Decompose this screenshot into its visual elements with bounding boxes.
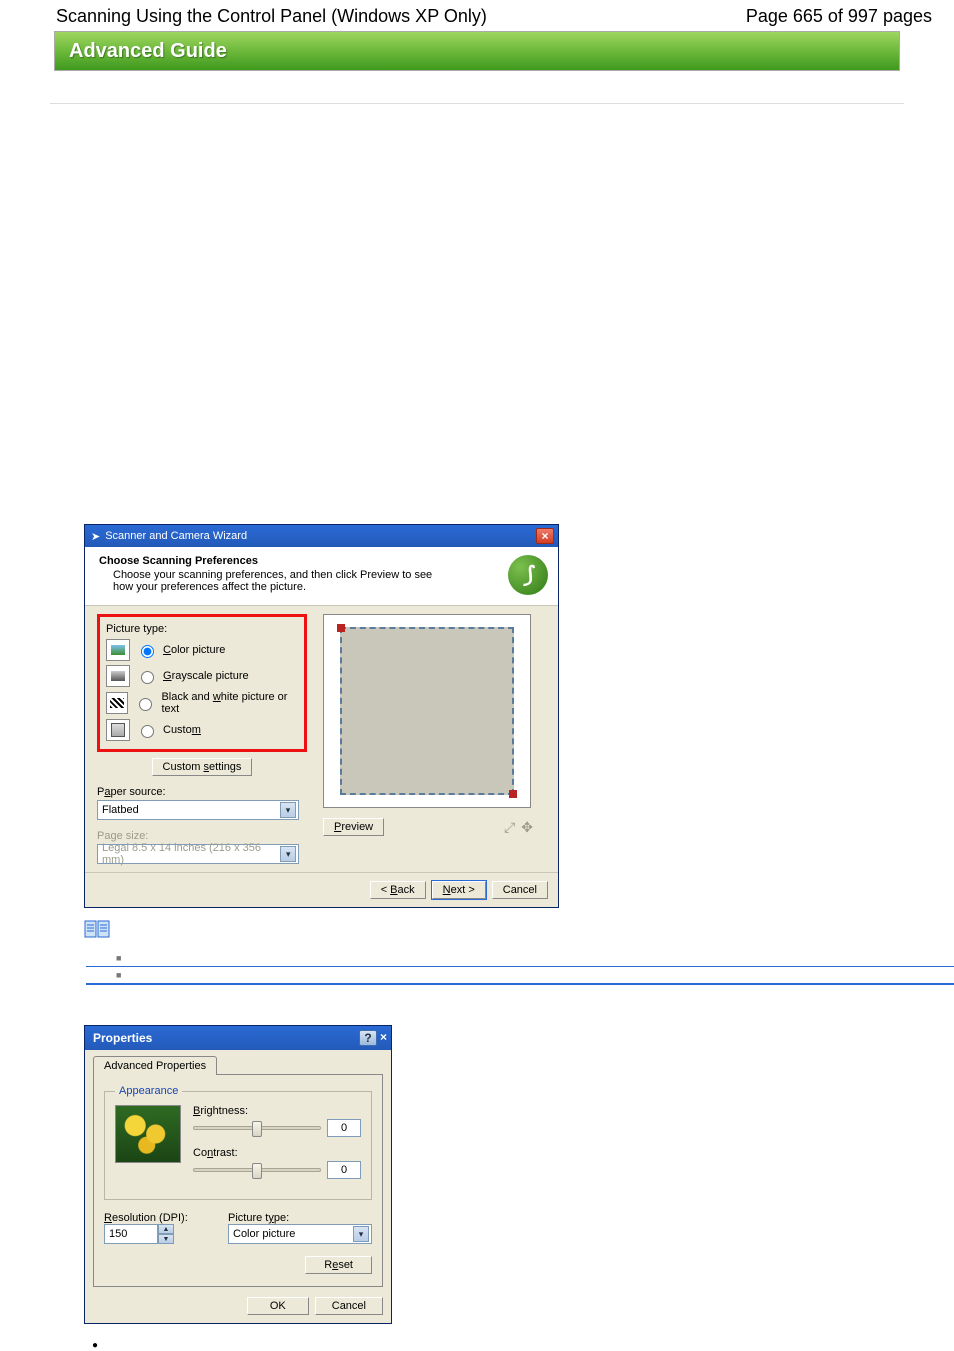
properties-title: Properties — [93, 1031, 152, 1045]
appearance-group: Appearance Brightness: 0 Contrast: — [104, 1085, 372, 1200]
wizard-title: Scanner and Camera Wizard — [105, 530, 247, 542]
chevron-down-icon[interactable]: ▼ — [158, 1234, 174, 1244]
properties-titlebar: Properties ? × — [85, 1026, 391, 1050]
wizard-header-subtitle: Choose your scanning preferences, and th… — [113, 569, 453, 593]
page-counter: Page 665 of 997 pages — [746, 6, 932, 27]
radio-color-label[interactable]: CColor pictureolor picture — [163, 644, 225, 656]
page-size-label: Page size: — [97, 830, 307, 842]
properties-dialog: Properties ? × Advanced Properties Appea… — [84, 1025, 392, 1324]
bullet: ● — [92, 1340, 954, 1351]
wizard-app-icon: ➤ — [91, 530, 100, 543]
help-icon[interactable]: ? — [359, 1030, 377, 1046]
note-line-2: ■ — [86, 967, 954, 985]
reset-button[interactable]: Reset — [305, 1256, 372, 1274]
back-button[interactable]: < Back — [370, 881, 426, 899]
color-picture-icon — [106, 639, 130, 661]
banner-wrapper: Advanced Guide — [0, 31, 954, 71]
picture-type-label: Picture type: — [228, 1212, 372, 1224]
wizard-window: ➤ Scanner and Camera Wizard × Choose Sca… — [84, 524, 559, 908]
contrast-value[interactable]: 0 — [327, 1161, 361, 1179]
banner-title: Advanced Guide — [69, 40, 227, 63]
radio-grayscale-label[interactable]: Grayscale picture — [163, 670, 249, 682]
note-icon — [84, 924, 112, 944]
preview-area — [323, 614, 531, 808]
chevron-down-icon: ▾ — [280, 846, 296, 862]
wizard-footer: < Back Next > Cancel — [85, 872, 558, 907]
picture-type-select[interactable]: Color picture ▾ — [228, 1224, 372, 1244]
page-title-left: Scanning Using the Control Panel (Window… — [56, 6, 487, 27]
chevron-down-icon: ▾ — [353, 1226, 369, 1242]
picture-type-value: Color picture — [233, 1228, 295, 1240]
brightness-slider[interactable] — [193, 1126, 321, 1130]
page-size-value: Legal 8.5 x 14 inches (216 x 356 mm) — [102, 842, 280, 866]
radio-custom-picture[interactable] — [141, 725, 154, 738]
appearance-thumbnail — [115, 1105, 181, 1163]
brightness-label: Brightness: — [193, 1105, 361, 1117]
zoom-out-icon[interactable]: ⤢ — [504, 819, 515, 835]
radio-custom-label[interactable]: Custom — [163, 724, 201, 736]
brightness-value[interactable]: 0 — [327, 1119, 361, 1137]
preview-button[interactable]: PPreviewreview — [323, 818, 384, 836]
page-size-select: Legal 8.5 x 14 inches (216 x 356 mm) ▾ — [97, 844, 299, 864]
contrast-label: Contrast: — [193, 1147, 361, 1159]
tab-advanced-properties[interactable]: Advanced Properties — [93, 1056, 217, 1075]
close-icon[interactable]: × — [536, 528, 554, 544]
contrast-slider[interactable] — [193, 1168, 321, 1172]
close-icon[interactable]: × — [380, 1030, 387, 1046]
zoom-fit-icon[interactable]: ✥ — [521, 819, 533, 835]
custom-picture-icon — [106, 719, 130, 741]
guide-banner: Advanced Guide — [54, 31, 900, 71]
appearance-legend: Appearance — [115, 1085, 182, 1097]
custom-settings-button[interactable]: Custom settings — [152, 758, 253, 776]
chevron-up-icon[interactable]: ▲ — [158, 1224, 174, 1234]
picture-type-label: Picture type: — [106, 623, 298, 635]
wizard-hero-icon: ⟆ — [508, 555, 548, 595]
radio-color-picture[interactable] — [141, 645, 154, 658]
page-header: Scanning Using the Control Panel (Window… — [0, 0, 954, 31]
wizard-header: Choose Scanning Preferences Choose your … — [85, 547, 558, 606]
paper-source-value: Flatbed — [102, 804, 139, 816]
ok-button[interactable]: OK — [247, 1297, 309, 1315]
radio-bw-label[interactable]: Black and white picture or text — [161, 691, 298, 715]
radio-bw-picture[interactable] — [139, 698, 152, 711]
wizard-titlebar: ➤ Scanner and Camera Wizard × — [85, 525, 558, 547]
resolution-value: 150 — [104, 1224, 158, 1244]
radio-grayscale-picture[interactable] — [141, 671, 154, 684]
preview-selection[interactable] — [340, 627, 514, 795]
wizard-header-title: Choose Scanning Preferences — [99, 555, 453, 567]
resolution-label: Resolution (DPI): — [104, 1212, 214, 1224]
chevron-down-icon: ▾ — [280, 802, 296, 818]
note-line-1: ■ — [86, 949, 954, 967]
picture-type-group: Picture type: CColor pictureolor picture… — [97, 614, 307, 752]
bw-picture-icon — [106, 692, 128, 714]
cancel-button[interactable]: Cancel — [492, 881, 548, 899]
resolution-stepper[interactable]: 150 ▲▼ — [104, 1224, 174, 1244]
cancel-button[interactable]: Cancel — [315, 1297, 383, 1315]
grayscale-picture-icon — [106, 665, 130, 687]
paper-source-label: Paper source: — [97, 786, 307, 798]
next-button[interactable]: Next > — [432, 881, 486, 899]
paper-source-select[interactable]: Flatbed ▾ — [97, 800, 299, 820]
